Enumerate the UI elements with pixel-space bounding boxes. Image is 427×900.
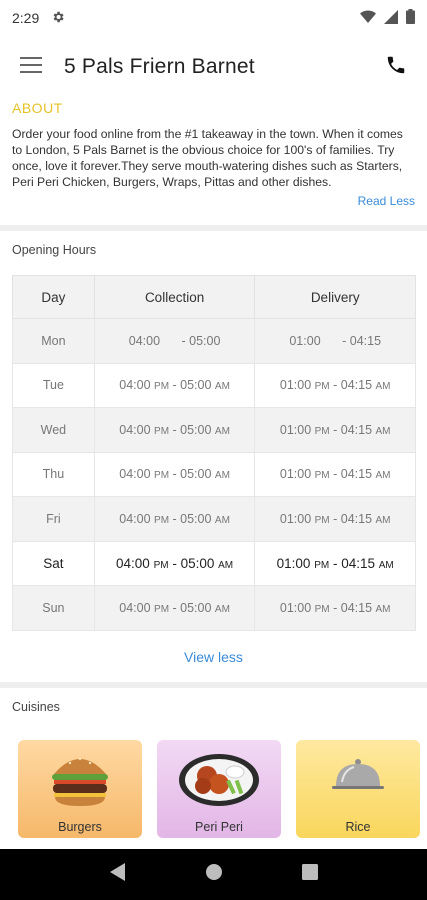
read-less-link[interactable]: Read Less xyxy=(12,194,415,208)
table-row: Mon 04:00 - 05:00 01:00 - 04:15 xyxy=(12,318,416,364)
cuisines-title: Cuisines xyxy=(12,700,60,714)
table-row: Sun 04:00 PM - 05:00 AM 01:00 PM - 04:15… xyxy=(12,585,416,631)
app-bar: 5 Pals Friern Barnet xyxy=(0,36,427,98)
table-row-today: Sat 04:00 PM - 05:00 AM 01:00 PM - 04:15… xyxy=(12,540,416,586)
cuisine-label: Peri Peri xyxy=(195,820,243,834)
back-icon[interactable] xyxy=(109,863,126,886)
burger-icon xyxy=(52,757,108,806)
page-title: 5 Pals Friern Barnet xyxy=(64,55,255,78)
table-header-row: Day Collection Delivery xyxy=(12,275,416,319)
column-header-delivery: Delivery xyxy=(254,275,416,319)
delivery-time-cell: 01:00 PM - 04:15 AM xyxy=(254,496,416,542)
cloche-icon xyxy=(332,759,384,789)
menu-icon[interactable] xyxy=(20,56,42,78)
day-cell: Fri xyxy=(12,496,95,542)
table-row: Tue 04:00 PM - 05:00 AM 01:00 PM - 04:15… xyxy=(12,362,416,408)
collection-time-cell: 04:00 PM - 05:00 AM xyxy=(93,451,256,497)
day-cell: Sat xyxy=(12,540,95,586)
collection-time-cell: 04:00 PM - 05:00 AM xyxy=(93,362,256,408)
opening-hours-table: Day Collection Delivery Mon 04:00 - 05:0… xyxy=(12,275,416,631)
about-heading: ABOUT xyxy=(12,100,63,116)
status-time: 2:29 xyxy=(12,10,40,26)
settings-icon xyxy=(51,10,65,27)
day-cell: Wed xyxy=(12,407,95,453)
table-row: Wed 04:00 PM - 05:00 AM 01:00 PM - 04:15… xyxy=(12,407,416,453)
delivery-time-cell: 01:00 PM - 04:15 AM xyxy=(254,407,416,453)
table-row: Thu 04:00 PM - 05:00 AM 01:00 PM - 04:15… xyxy=(12,451,416,497)
opening-hours-title: Opening Hours xyxy=(12,243,97,257)
status-bar: 2:29 xyxy=(0,0,427,36)
day-cell: Sun xyxy=(12,585,95,631)
chicken-wings-icon xyxy=(179,754,259,806)
about-section: ABOUT Order your food online from the #1… xyxy=(0,98,427,208)
about-description: Order your food online from the #1 takea… xyxy=(12,127,403,189)
collection-time-cell: 04:00 - 05:00 xyxy=(93,318,256,364)
wifi-icon xyxy=(360,9,376,27)
view-less-link[interactable]: View less xyxy=(0,649,427,665)
recents-icon[interactable] xyxy=(301,864,318,885)
cuisines-section: Cuisines Burgers Peri Peri Rice xyxy=(0,700,427,838)
divider xyxy=(0,682,427,688)
cuisine-card-rice[interactable]: Rice xyxy=(296,740,420,838)
opening-hours-section: Opening Hours Day Collection Delivery Mo… xyxy=(0,233,427,631)
cuisine-label: Rice xyxy=(345,820,371,834)
phone-icon[interactable] xyxy=(385,54,407,81)
delivery-time-cell: 01:00 PM - 04:15 AM xyxy=(254,362,416,408)
battery-icon xyxy=(406,9,415,27)
column-header-collection: Collection xyxy=(93,275,256,319)
home-icon[interactable] xyxy=(205,863,223,886)
collection-time-cell: 04:00 PM - 05:00 AM xyxy=(93,585,256,631)
collection-time-cell: 04:00 PM - 05:00 AM xyxy=(93,540,256,586)
collection-time-cell: 04:00 PM - 05:00 AM xyxy=(93,496,256,542)
day-cell: Thu xyxy=(12,451,95,497)
cuisine-cards: Burgers Peri Peri Rice xyxy=(18,740,420,838)
cuisine-label: Burgers xyxy=(58,820,102,834)
day-cell: Tue xyxy=(12,362,95,408)
collection-time-cell: 04:00 PM - 05:00 AM xyxy=(93,407,256,453)
cuisine-card-peri-peri[interactable]: Peri Peri xyxy=(157,740,281,838)
delivery-time-cell: 01:00 - 04:15 xyxy=(254,318,416,364)
table-row: Fri 04:00 PM - 05:00 AM 01:00 PM - 04:15… xyxy=(12,496,416,542)
delivery-time-cell: 01:00 PM - 04:15 AM xyxy=(254,540,416,586)
divider xyxy=(0,225,427,231)
delivery-time-cell: 01:00 PM - 04:15 AM xyxy=(254,451,416,497)
delivery-time-cell: 01:00 PM - 04:15 AM xyxy=(254,585,416,631)
column-header-day: Day xyxy=(12,275,95,319)
system-nav-bar xyxy=(0,849,427,900)
cuisine-card-burgers[interactable]: Burgers xyxy=(18,740,142,838)
day-cell: Mon xyxy=(12,318,95,364)
signal-icon xyxy=(384,9,398,27)
